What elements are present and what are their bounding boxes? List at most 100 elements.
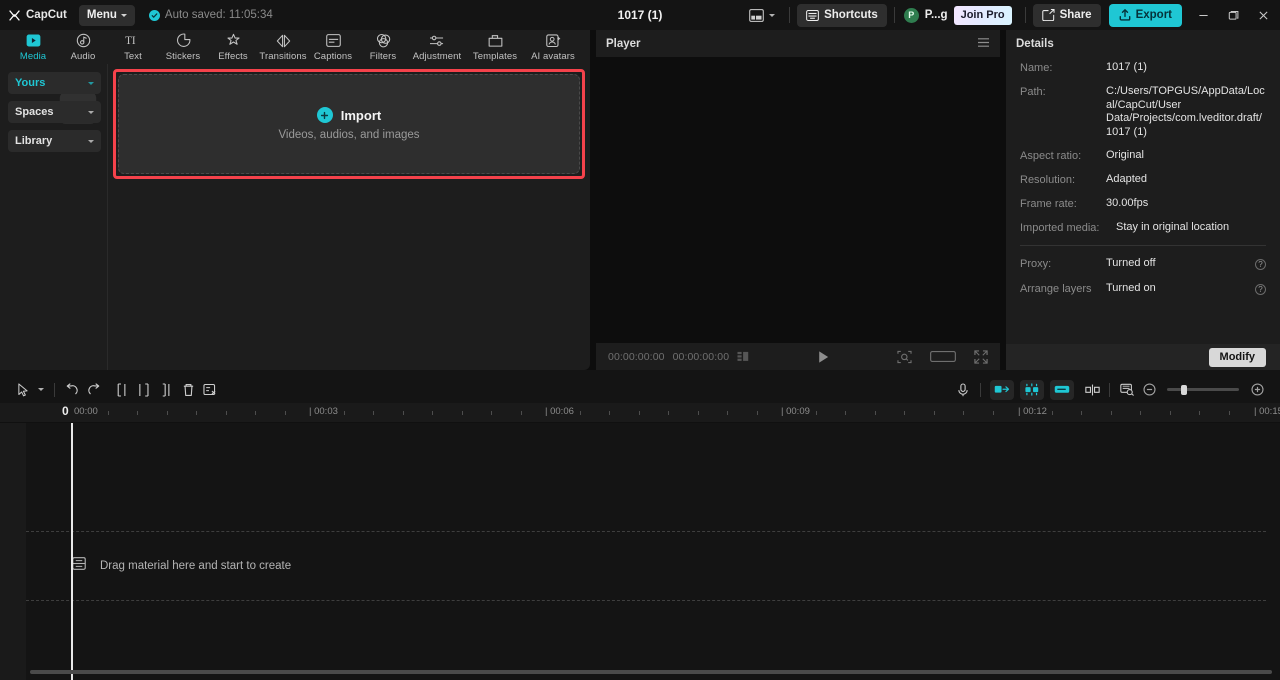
maximize-button[interactable]: [1218, 0, 1248, 30]
zoom-out-button[interactable]: [1138, 380, 1160, 400]
split-at-playhead-button[interactable]: [1081, 380, 1103, 400]
detail-label: Frame rate:: [1020, 197, 1098, 211]
minimize-button[interactable]: [1188, 0, 1218, 30]
zoom-in-button[interactable]: [1246, 380, 1268, 400]
trim-start-button[interactable]: [133, 380, 155, 400]
divider: [1020, 245, 1266, 246]
menu-button[interactable]: Menu: [79, 5, 135, 26]
snapshot-icon[interactable]: [897, 350, 912, 364]
tab-ai-avatars[interactable]: AI avatars: [524, 30, 582, 62]
details-panel: Details Name: 1017 (1) Path: C:/Users/TO…: [1006, 30, 1280, 370]
select-tool-dropdown[interactable]: [34, 380, 48, 400]
transitions-icon: [276, 32, 291, 49]
import-title: Import: [341, 108, 381, 123]
sidebar-item-spaces[interactable]: Spaces: [8, 101, 101, 123]
split-button[interactable]: [111, 380, 133, 400]
modify-button[interactable]: Modify: [1209, 348, 1266, 367]
zoom-slider-handle[interactable]: [1181, 385, 1187, 395]
info-icon[interactable]: ?: [1255, 259, 1266, 270]
delete-button[interactable]: [177, 380, 199, 400]
timecode-format-icon[interactable]: [737, 351, 749, 362]
tool-tabs: Media Audio TI Text: [0, 30, 590, 64]
import-row: Import: [317, 107, 381, 123]
detail-label: Imported media:: [1020, 221, 1108, 235]
tab-adjustment[interactable]: Adjustment: [408, 30, 466, 62]
tab-label: AI avatars: [531, 51, 575, 62]
trim-end-button[interactable]: [155, 380, 177, 400]
record-voiceover-button[interactable]: [952, 380, 974, 400]
tab-label: Text: [124, 51, 142, 62]
ruler-label: 00:00: [74, 406, 98, 417]
crop-button[interactable]: [199, 380, 221, 400]
tab-audio[interactable]: Audio: [58, 30, 108, 62]
details-title: Details: [1016, 38, 1054, 50]
title-bar: CapCut Menu Auto saved: 11:05:34 1017 (1…: [0, 0, 1280, 30]
tab-stickers[interactable]: Stickers: [158, 30, 208, 62]
tab-captions[interactable]: Captions: [308, 30, 358, 62]
tab-transitions[interactable]: Transitions: [258, 30, 308, 62]
chevron-down-icon: [769, 14, 775, 17]
join-pro-button[interactable]: Join Pro: [954, 6, 1012, 25]
link-clips-button[interactable]: [1050, 380, 1074, 400]
tab-templates[interactable]: Templates: [466, 30, 524, 62]
close-button[interactable]: [1248, 0, 1278, 30]
chevron-down-icon: [121, 14, 127, 17]
menu-button-label: Menu: [87, 9, 117, 21]
ai-avatars-icon: [546, 32, 561, 49]
shortcuts-label: Shortcuts: [824, 9, 878, 21]
details-header: Details: [1006, 30, 1280, 57]
chevron-down-icon: [88, 111, 94, 114]
chevron-down-icon: [88, 140, 94, 143]
sidebar-item-yours[interactable]: Yours: [8, 72, 101, 94]
detail-row-arrange-layers: Arrange layers Turned on ?: [1020, 282, 1266, 296]
fullscreen-icon[interactable]: [974, 350, 988, 364]
tab-label: Captions: [314, 51, 352, 62]
redo-button[interactable]: [83, 380, 105, 400]
divider: [1025, 7, 1026, 23]
timeline-dropzone-label: Drag material here and start to create: [100, 560, 291, 572]
player-controls: 00:00:00:00 00:00:00:00: [596, 343, 1000, 370]
filters-icon: [376, 32, 391, 49]
plus-icon: [317, 107, 333, 123]
track-gutter: [0, 423, 26, 680]
timeline-preview-button[interactable]: [1116, 380, 1138, 400]
sidebar-item-library[interactable]: Library: [8, 130, 101, 152]
play-button[interactable]: [817, 350, 830, 364]
ruler-label: | 00:12: [1018, 406, 1047, 417]
player-canvas[interactable]: [596, 57, 1000, 343]
detail-label: Resolution:: [1020, 173, 1098, 187]
auto-snap-left-button[interactable]: [990, 380, 1014, 400]
zoom-slider[interactable]: [1167, 388, 1239, 391]
timeline-dropzone[interactable]: Drag material here and start to create: [26, 531, 1266, 601]
divider: [789, 7, 790, 23]
aspect-ratio-icon[interactable]: [930, 350, 956, 363]
sidebar-item-label: Library: [15, 135, 52, 147]
shortcuts-button[interactable]: Shortcuts: [797, 4, 887, 27]
timeline-horizontal-scrollbar[interactable]: [30, 670, 1272, 674]
detail-row-frame-rate: Frame rate: 30.00fps: [1020, 197, 1266, 211]
account-area[interactable]: P P...g Join Pro: [904, 6, 1012, 25]
info-icon[interactable]: ?: [1255, 284, 1266, 295]
divider: [980, 383, 981, 397]
tab-media[interactable]: Media: [8, 30, 58, 62]
timeline-tracks[interactable]: Drag material here and start to create: [0, 423, 1280, 680]
brand-label: CapCut: [26, 9, 67, 21]
select-tool-button[interactable]: [12, 380, 34, 400]
layout-icon: [749, 9, 764, 22]
auto-fit-button[interactable]: [1020, 380, 1044, 400]
tab-text[interactable]: TI Text: [108, 30, 158, 62]
detail-value: Turned off: [1106, 257, 1247, 271]
export-button[interactable]: Export: [1109, 4, 1182, 27]
player-menu-button[interactable]: [977, 37, 990, 51]
stickers-icon: [176, 32, 191, 49]
play-area: [757, 350, 889, 364]
share-button[interactable]: Share: [1033, 4, 1101, 27]
adjustment-icon: [429, 32, 445, 49]
tab-filters[interactable]: Filters: [358, 30, 408, 62]
tab-effects[interactable]: Effects: [208, 30, 258, 62]
undo-button[interactable]: [61, 380, 83, 400]
layout-switch-button[interactable]: [742, 3, 782, 27]
timeline-ruler[interactable]: 0 00:00 | 00:03 | 00:06 | 00:09 | 00:12 …: [0, 403, 1280, 423]
ruler-label: | 00:03: [309, 406, 338, 417]
import-dropzone[interactable]: Import Videos, audios, and images: [118, 74, 580, 174]
